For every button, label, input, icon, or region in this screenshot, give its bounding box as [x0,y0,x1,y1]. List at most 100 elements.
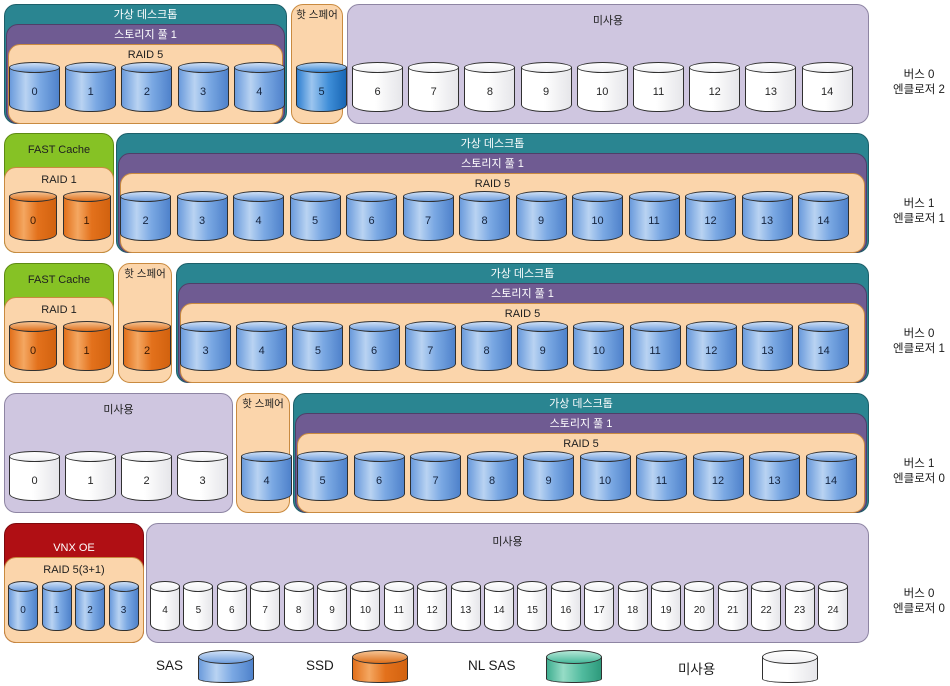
disk[interactable]: 0 [8,581,38,631]
disk[interactable]: 2 [121,451,172,501]
disk[interactable]: 6 [348,321,400,371]
disk[interactable]: 3 [180,321,231,371]
disk[interactable]: 17 [584,581,615,631]
disk[interactable]: 14 [798,321,850,371]
disk[interactable]: 7 [408,62,460,112]
disk[interactable]: 0 [9,191,57,241]
disk[interactable]: 1 [62,321,111,371]
disk[interactable]: 13 [749,451,800,501]
disk[interactable]: 11 [636,451,687,501]
disk[interactable]: 8 [459,191,510,241]
disk[interactable]: 6 [216,581,247,631]
disk[interactable]: 5 [296,62,347,112]
enclosure-row: FAST Cache RAID 1 01 핫 스페어 2 가상 데스크톱 스토리지 풀 1 R… [0,261,950,391]
disk-top-ellipse [751,581,782,592]
disk-top-ellipse [805,451,857,462]
disk[interactable]: 14 [805,451,857,501]
disk[interactable]: 9 [517,321,569,371]
disk[interactable]: 19 [651,581,681,631]
disk[interactable]: 12 [685,321,737,371]
disk[interactable]: 1 [62,191,111,241]
disk[interactable]: 6 [346,191,397,241]
disk-top-ellipse [417,581,448,592]
disk[interactable]: 3 [176,191,228,241]
disk[interactable]: 2 [75,581,105,631]
disk[interactable]: 4 [233,191,284,241]
disk-top-ellipse [404,321,456,332]
disk[interactable]: 5 [289,191,341,241]
disk[interactable]: 13 [741,191,793,241]
disk[interactable]: 8 [283,581,314,631]
disk-top-ellipse [466,451,518,462]
disk[interactable]: 20 [684,581,715,631]
disk[interactable]: 13 [742,321,793,371]
disk[interactable]: 12 [685,191,736,241]
disk[interactable]: 2 [123,321,171,371]
disk[interactable]: 8 [466,451,518,501]
disk[interactable]: 5 [292,321,344,371]
disk[interactable]: 9 [523,451,574,501]
disk[interactable]: 3 [108,581,139,631]
disk-body [62,196,111,241]
disk[interactable]: 5 [183,581,214,631]
disk[interactable]: 5 [297,451,348,501]
disk-body [75,586,105,631]
disk-top-ellipse [283,581,314,592]
disk[interactable]: 12 [692,451,744,501]
disk-body [352,67,403,112]
disk[interactable]: 7 [410,451,461,501]
disk[interactable]: 14 [484,581,514,631]
legend-disk-icon [198,650,254,683]
disk[interactable]: 11 [383,581,414,631]
disk[interactable]: 10 [576,62,628,112]
fast-cache-group-label: RAID 1 [41,304,77,316]
disk[interactable]: 2 [121,62,173,112]
disk[interactable]: 10 [573,321,625,371]
disk[interactable]: 11 [633,62,684,112]
disk[interactable]: 3 [177,451,228,501]
disk[interactable]: 22 [751,581,782,631]
disk[interactable]: 8 [461,321,512,371]
disk[interactable]: 12 [689,62,741,112]
disk[interactable]: 1 [41,581,72,631]
disk[interactable]: 16 [550,581,581,631]
disk[interactable]: 2 [120,191,171,241]
disk[interactable]: 21 [717,581,748,631]
disk[interactable]: 4 [236,321,288,371]
disk[interactable]: 1 [65,451,116,501]
disk[interactable]: 9 [317,581,347,631]
disk[interactable]: 1 [65,62,117,112]
disk[interactable]: 10 [579,451,631,501]
disk[interactable]: 0 [9,321,57,371]
disk[interactable]: 23 [784,581,815,631]
disk[interactable]: 0 [9,451,60,501]
legend-label: NL SAS [468,658,516,673]
disk[interactable]: 7 [404,321,456,371]
disk[interactable]: 7 [402,191,454,241]
disk[interactable]: 12 [417,581,448,631]
disk[interactable]: 4 [150,581,180,631]
disk[interactable]: 9 [520,62,572,112]
virtual-desktop-label: 가상 데스크톱 [490,268,555,280]
disk[interactable]: 24 [818,581,848,631]
disk[interactable]: 13 [450,581,481,631]
disk[interactable]: 18 [617,581,648,631]
disk[interactable]: 15 [517,581,548,631]
disk[interactable]: 7 [250,581,281,631]
disk[interactable]: 4 [233,62,285,112]
disk[interactable]: 14 [798,191,849,241]
disk[interactable]: 0 [9,62,60,112]
disk[interactable]: 13 [745,62,797,112]
disk[interactable]: 3 [177,62,229,112]
disk[interactable]: 9 [515,191,567,241]
disk[interactable]: 6 [353,451,405,501]
disk[interactable]: 14 [801,62,853,112]
disk[interactable]: 10 [572,191,623,241]
disk[interactable]: 11 [629,321,681,371]
disk[interactable]: 4 [241,451,292,501]
disk[interactable]: 6 [352,62,403,112]
disk[interactable]: 10 [350,581,381,631]
disk[interactable]: 11 [628,191,680,241]
disk[interactable]: 8 [464,62,516,112]
disk-body [636,456,687,501]
